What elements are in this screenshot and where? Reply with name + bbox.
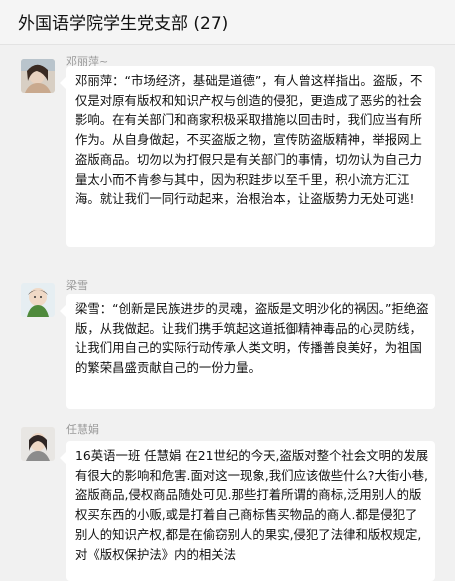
message-bubble[interactable]: 梁雪：“创新是民族进步的灵魂，盗版是文明沙化的祸因。”拒绝盗版，从我做起。让我们…	[60, 294, 435, 409]
sender-name: 任慧娟	[66, 423, 99, 436]
avatar[interactable]	[21, 59, 55, 93]
avatar-photo	[21, 427, 55, 461]
avatar-photo	[21, 283, 55, 317]
message-text: 16英语一班 任慧娟 在21世纪的今天,盗版对整个社会文明的发展有很大的影响和危…	[75, 448, 429, 562]
chat-title: 外国语学院学生党支部 (27)	[18, 14, 229, 34]
message-bubble[interactable]: 16英语一班 任慧娟 在21世纪的今天,盗版对整个社会文明的发展有很大的影响和危…	[60, 441, 435, 581]
avatar-photo	[21, 59, 55, 93]
message-text: 梁雪：“创新是民族进步的灵魂，盗版是文明沙化的祸因。”拒绝盗版，从我做起。让我们…	[75, 301, 429, 376]
chat-header: 外国语学院学生党支部 (27)	[0, 0, 455, 45]
avatar[interactable]	[21, 427, 55, 461]
avatar[interactable]	[21, 283, 55, 317]
message-bubble[interactable]: 邓丽萍：“市场经济，基础是道德”，有人曾这样指出。盗版，不仅是对原有版权和知识产…	[60, 66, 435, 247]
message-text: 邓丽萍：“市场经济，基础是道德”，有人曾这样指出。盗版，不仅是对原有版权和知识产…	[75, 73, 423, 207]
sender-name: 梁雪	[66, 279, 88, 292]
